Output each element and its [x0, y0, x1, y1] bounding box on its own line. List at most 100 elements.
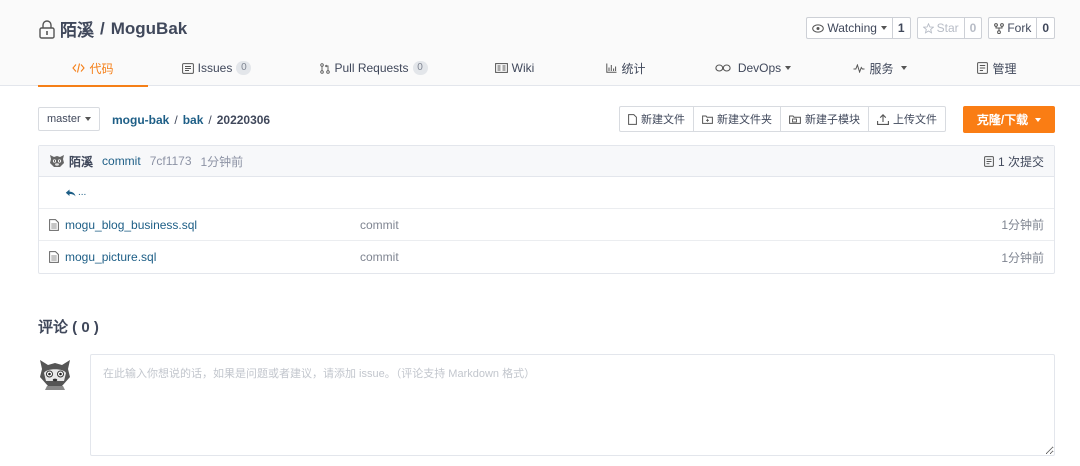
file-commit-message[interactable]: commit — [360, 250, 399, 264]
watch-button[interactable]: Watching 1 — [806, 17, 911, 39]
tab-label: Pull Requests — [334, 61, 409, 75]
file-commit-time: 1分钟前 — [1001, 250, 1044, 265]
watch-label: Watching — [827, 21, 877, 35]
commit-author[interactable]: 陌溪 — [69, 153, 93, 170]
lock-icon — [39, 19, 55, 39]
commit-sha-link[interactable]: 7cf1173 — [150, 154, 192, 168]
breadcrumb-current: 20220306 — [216, 113, 271, 127]
repo-nav-tabs: 代码 Issues 0 Pull Requests 0 Wiki 统计 DevO… — [38, 50, 1054, 87]
branch-select[interactable]: master — [38, 107, 100, 131]
new-file-icon — [628, 113, 637, 125]
pull-requests-count-badge: 0 — [412, 61, 428, 75]
chevron-down-icon — [880, 26, 887, 30]
file-name-link[interactable]: mogu_picture.sql — [49, 250, 360, 264]
new-submodule-label: 新建子模块 — [805, 114, 860, 126]
commits-icon — [984, 155, 994, 167]
new-folder-label: 新建文件夹 — [717, 114, 772, 126]
file-icon — [49, 218, 59, 231]
commit-message-link[interactable]: commit — [102, 154, 141, 168]
tab-manage[interactable]: 管理 — [940, 50, 1054, 86]
tab-label: Wiki — [511, 61, 535, 75]
comments-title: 评论 ( 0 ) — [38, 319, 99, 336]
upload-icon — [877, 113, 889, 125]
eye-icon — [812, 23, 825, 33]
tab-stats[interactable]: 统计 — [566, 50, 686, 86]
parent-directory-label: ... — [78, 187, 87, 198]
watch-count[interactable]: 1 — [893, 18, 910, 38]
chevron-down-icon — [900, 66, 907, 70]
parent-directory-row[interactable]: ... — [39, 177, 1054, 209]
commit-time: 1分钟前 — [200, 154, 244, 169]
new-folder-icon — [702, 115, 713, 124]
chevron-down-icon — [84, 117, 91, 121]
tab-pull-requests[interactable]: Pull Requests 0 — [285, 50, 463, 86]
clone-download-label: 克隆/下载 — [976, 113, 1029, 127]
tab-label: DevOps — [737, 61, 782, 75]
file-row[interactable]: mogu_blog_business.sql commit 1分钟前 — [39, 209, 1054, 241]
stats-icon — [606, 63, 617, 73]
clone-download-button[interactable]: 克隆/下载 — [963, 106, 1055, 133]
tab-wiki[interactable]: Wiki — [463, 50, 566, 86]
breadcrumb-root-link[interactable]: mogu-bak — [112, 113, 169, 127]
file-actions: 新建文件 新建文件夹 新建子模块 上传文件 — [619, 106, 946, 132]
tab-devops[interactable]: DevOps — [686, 50, 820, 86]
service-icon — [853, 63, 865, 73]
upload-file-button[interactable]: 上传文件 — [869, 107, 945, 131]
tab-code[interactable]: 代码 — [38, 50, 148, 87]
file-commit-time: 1分钟前 — [1001, 218, 1044, 232]
breadcrumb-separator: / — [174, 113, 178, 127]
upload-file-label: 上传文件 — [893, 114, 937, 126]
file-commit-message[interactable]: commit — [360, 218, 399, 232]
submodule-icon — [789, 115, 801, 124]
fork-button-label[interactable]: Fork — [989, 18, 1038, 38]
fork-label: Fork — [1007, 21, 1032, 35]
comment-input[interactable] — [90, 354, 1055, 456]
star-button[interactable]: Star 0 — [916, 17, 983, 39]
tab-issues[interactable]: Issues 0 — [148, 50, 285, 86]
parent-directory-link[interactable]: ... — [65, 187, 86, 198]
commit-count-label: 1 次提交 — [997, 154, 1044, 169]
repo-owner-link[interactable]: 陌溪 — [60, 16, 94, 41]
breadcrumb-folder-link[interactable]: bak — [183, 113, 204, 127]
issues-icon — [181, 62, 194, 74]
user-avatar — [40, 360, 70, 390]
new-file-button[interactable]: 新建文件 — [620, 107, 694, 131]
file-name-link[interactable]: mogu_blog_business.sql — [49, 218, 360, 232]
repo-name-link[interactable]: MoguBak — [111, 19, 188, 39]
file-name: mogu_blog_business.sql — [65, 217, 198, 232]
tab-label: 统计 — [621, 61, 646, 76]
chevron-down-icon — [785, 66, 792, 70]
back-arrow-icon — [65, 189, 76, 196]
star-label: Star — [936, 21, 959, 35]
pull-request-icon — [320, 62, 331, 74]
file-row[interactable]: mogu_picture.sql commit 1分钟前 — [39, 241, 1054, 273]
commit-count-link[interactable]: 1 次提交 — [984, 153, 1044, 170]
new-file-label: 新建文件 — [641, 114, 685, 126]
new-submodule-button[interactable]: 新建子模块 — [781, 107, 869, 131]
new-folder-button[interactable]: 新建文件夹 — [694, 107, 781, 131]
repo-header: 陌溪 / MoguBak Watching 1 Star 0 Fork 0 代码… — [0, 0, 1080, 87]
tab-label: 管理 — [992, 61, 1017, 76]
issues-count-badge: 0 — [236, 61, 252, 75]
breadcrumb: mogu-bak / bak / 20220306 — [112, 113, 270, 127]
file-icon — [49, 251, 59, 263]
tab-service[interactable]: 服务 — [820, 50, 940, 86]
repo-title: 陌溪 / MoguBak — [38, 16, 187, 41]
manage-icon — [977, 62, 989, 74]
fork-icon — [994, 22, 1005, 34]
watch-button-label[interactable]: Watching — [807, 18, 893, 38]
avatar[interactable] — [49, 154, 65, 168]
fork-button[interactable]: Fork 0 — [988, 17, 1055, 39]
code-icon — [72, 63, 86, 73]
fork-count[interactable]: 0 — [1037, 18, 1054, 38]
chevron-down-icon — [1035, 117, 1042, 122]
star-icon — [922, 22, 934, 34]
repo-title-separator: / — [100, 18, 105, 38]
devops-icon — [715, 64, 731, 72]
file-tree: 陌溪 commit 7cf1173 1分钟前 1 次提交 ... mogu_bl… — [38, 145, 1055, 274]
file-name: mogu_picture.sql — [65, 250, 157, 264]
repo-actions: Watching 1 Star 0 Fork 0 — [806, 17, 1055, 39]
star-button-label[interactable]: Star — [918, 18, 965, 38]
star-count[interactable]: 0 — [965, 18, 982, 38]
tab-label: Issues — [197, 61, 233, 75]
